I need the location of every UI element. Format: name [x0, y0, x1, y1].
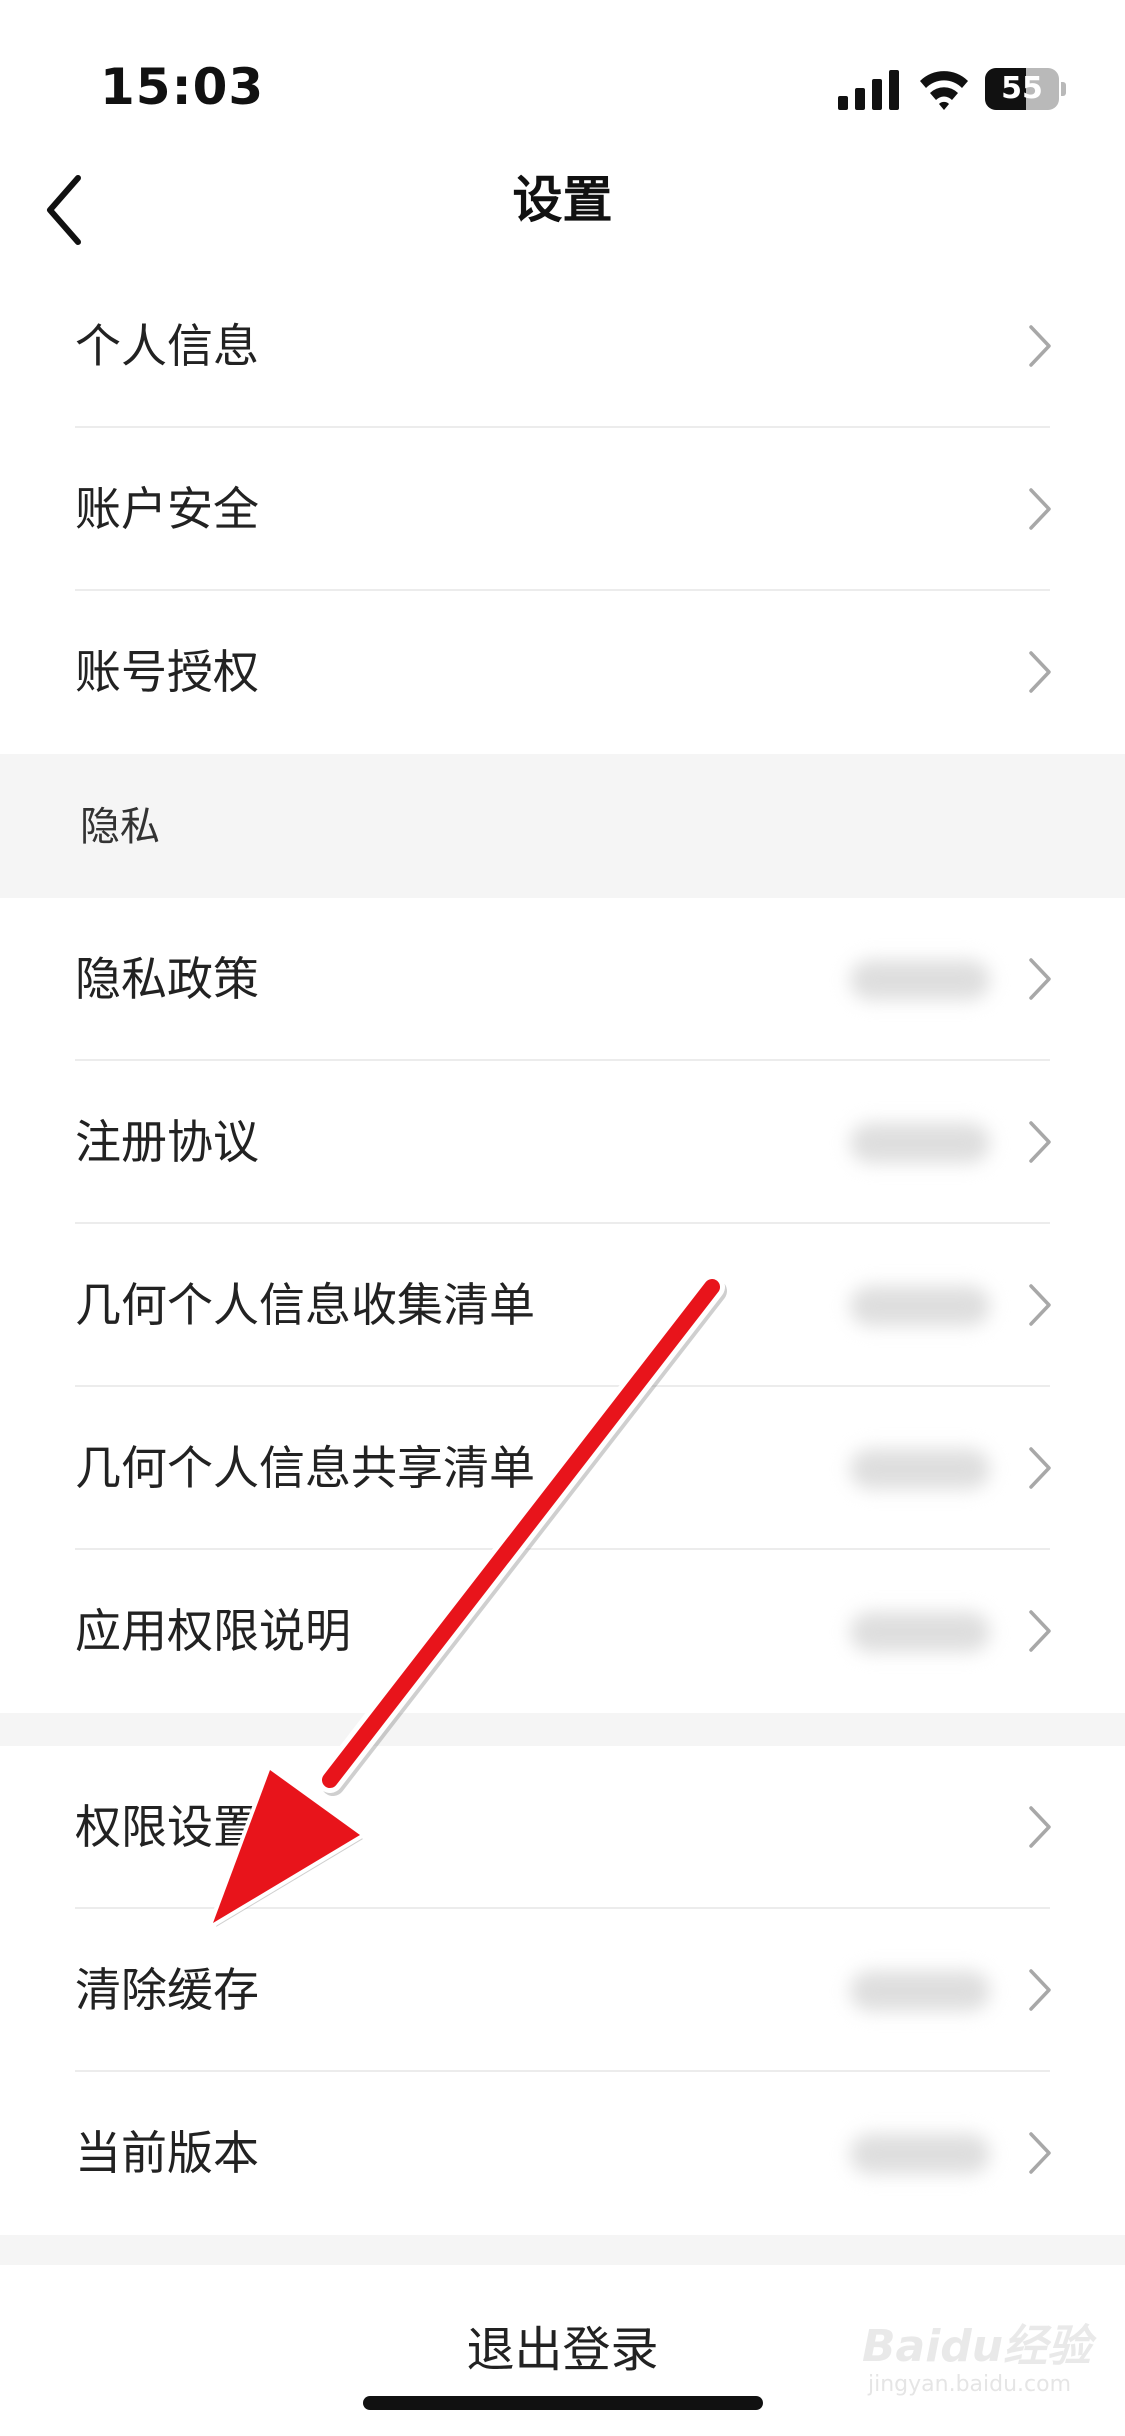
settings-item-registration-agreement[interactable]: 注册协议: [0, 1061, 1125, 1224]
cellular-signal-icon: [838, 70, 899, 110]
blurred-value: [850, 1971, 990, 2011]
battery-icon: 55: [985, 68, 1066, 110]
settings-item-clear-cache[interactable]: 清除缓存: [0, 1909, 1125, 2072]
chevron-right-icon: [1029, 958, 1051, 1000]
account-settings-group: 个人信息 账户安全 账号授权: [0, 265, 1125, 754]
section-title: 隐私: [80, 804, 160, 850]
chevron-right-icon: [1029, 1969, 1051, 2011]
blurred-value: [850, 960, 990, 1000]
blurred-value: [850, 2134, 990, 2174]
navigation-bar: 设置: [0, 150, 1125, 280]
chevron-right-icon: [1029, 1447, 1051, 1489]
battery-percentage: 55: [1001, 71, 1043, 106]
settings-item-label: 几何个人信息收集清单: [75, 1278, 535, 1332]
section-header-privacy: 隐私: [0, 756, 1125, 898]
chevron-right-icon: [1029, 488, 1051, 530]
settings-item-account-security[interactable]: 账户安全: [0, 428, 1125, 591]
settings-item-info-collection-list[interactable]: 几何个人信息收集清单: [0, 1224, 1125, 1387]
chevron-right-icon: [1029, 1806, 1051, 1848]
home-indicator[interactable]: [363, 2396, 763, 2410]
blurred-value: [850, 1286, 990, 1326]
settings-item-info-sharing-list[interactable]: 几何个人信息共享清单: [0, 1387, 1125, 1550]
settings-item-label: 隐私政策: [75, 952, 259, 1006]
general-settings-group: 权限设置 清除缓存 当前版本: [0, 1746, 1125, 2235]
wifi-icon: [920, 71, 968, 110]
settings-item-label: 几何个人信息共享清单: [75, 1441, 535, 1495]
status-time: 15:03: [100, 58, 265, 116]
privacy-settings-group: 隐私政策 注册协议 几何个人信息收集清单 几何个人信息共享清单 应用权限说明: [0, 898, 1125, 1713]
settings-item-label: 账户安全: [75, 482, 259, 536]
page-title: 设置: [512, 171, 613, 229]
settings-item-permission-settings[interactable]: 权限设置: [0, 1746, 1125, 1909]
settings-item-current-version[interactable]: 当前版本: [0, 2072, 1125, 2235]
settings-item-label: 账号授权: [75, 645, 259, 699]
settings-item-label: 权限设置: [75, 1800, 259, 1854]
watermark-url: jingyan.baidu.com: [868, 2372, 1072, 2397]
settings-item-personal-info[interactable]: 个人信息: [0, 265, 1125, 428]
settings-item-label: 个人信息: [75, 319, 259, 373]
settings-screen: 15:03 55 设置 个人信息 账户安全 账号授权 隐私 隐私政策 注册协议 …: [0, 0, 1125, 2436]
settings-item-app-permissions[interactable]: 应用权限说明: [0, 1550, 1125, 1713]
chevron-right-icon: [1029, 651, 1051, 693]
chevron-right-icon: [1029, 325, 1051, 367]
blurred-value: [850, 1449, 990, 1489]
settings-item-privacy-policy[interactable]: 隐私政策: [0, 898, 1125, 1061]
settings-item-label: 应用权限说明: [75, 1604, 351, 1658]
settings-item-label: 清除缓存: [75, 1963, 259, 2017]
chevron-right-icon: [1029, 1284, 1051, 1326]
settings-item-account-authorization[interactable]: 账号授权: [0, 591, 1125, 754]
watermark-text: Baidu经验: [862, 2321, 1092, 2372]
blurred-value: [850, 1123, 990, 1163]
chevron-right-icon: [1029, 2132, 1051, 2174]
settings-item-label: 注册协议: [75, 1115, 259, 1169]
status-bar: 15:03 55: [0, 0, 1125, 150]
blurred-value: [850, 1612, 990, 1652]
settings-item-label: 当前版本: [75, 2126, 259, 2180]
baidu-jingyan-watermark: Baidu经验 jingyan.baidu.com: [862, 2310, 1091, 2400]
chevron-right-icon: [1029, 1121, 1051, 1163]
chevron-right-icon: [1029, 1610, 1051, 1652]
